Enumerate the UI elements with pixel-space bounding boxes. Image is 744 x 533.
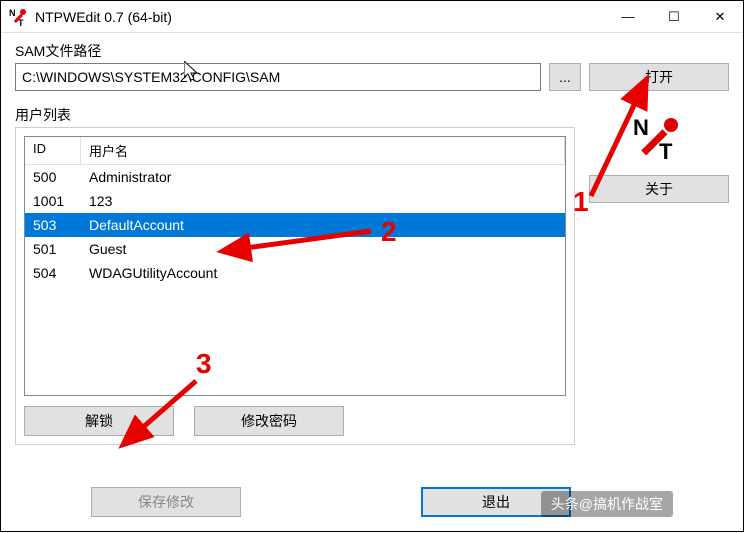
user-list-group: 用户列表 ID 用户名 500Administrator1001123503De… (15, 105, 575, 445)
user-list-fieldset: ID 用户名 500Administrator1001123503Default… (15, 127, 575, 445)
user-id: 500 (25, 165, 81, 189)
about-button[interactable]: 关于 (589, 175, 729, 203)
browse-button[interactable]: ... (549, 63, 581, 91)
user-name: Administrator (81, 165, 565, 189)
titlebar: N T NTPWEdit 0.7 (64-bit) — ☐ ✕ (1, 1, 743, 33)
client-area: SAM文件路径 ... 打开 用户列表 ID 用户名 500Administra… (1, 33, 743, 445)
user-id: 501 (25, 237, 81, 261)
user-row[interactable]: 503DefaultAccount (25, 213, 565, 237)
user-row[interactable]: 500Administrator (25, 165, 565, 189)
user-list-label: 用户列表 (15, 105, 575, 125)
app-icon: N T (9, 7, 29, 27)
app-logo: N T (629, 113, 689, 163)
change-password-button[interactable]: 修改密码 (194, 406, 344, 436)
user-name: 123 (81, 189, 565, 213)
bottom-row: 保存修改 退出 (1, 473, 743, 531)
sam-path-input[interactable] (15, 63, 541, 91)
unlock-button[interactable]: 解锁 (24, 406, 174, 436)
column-id[interactable]: ID (25, 137, 81, 165)
sam-path-label: SAM文件路径 (15, 41, 729, 61)
window-controls: — ☐ ✕ (605, 1, 743, 33)
under-list-buttons: 解锁 修改密码 (24, 406, 566, 436)
user-listview[interactable]: ID 用户名 500Administrator1001123503Default… (24, 136, 566, 396)
minimize-button[interactable]: — (605, 1, 651, 33)
open-button[interactable]: 打开 (589, 63, 729, 91)
svg-text:N: N (633, 115, 649, 140)
svg-text:T: T (659, 139, 673, 163)
maximize-button[interactable]: ☐ (651, 1, 697, 33)
user-row[interactable]: 504WDAGUtilityAccount (25, 261, 565, 285)
user-name: WDAGUtilityAccount (81, 261, 565, 285)
column-username[interactable]: 用户名 (81, 137, 565, 165)
svg-text:N: N (9, 8, 16, 18)
user-row[interactable]: 501Guest (25, 237, 565, 261)
main-row: 用户列表 ID 用户名 500Administrator1001123503De… (15, 105, 729, 445)
user-id: 504 (25, 261, 81, 285)
close-button[interactable]: ✕ (697, 1, 743, 33)
user-id: 503 (25, 213, 81, 237)
user-row[interactable]: 1001123 (25, 189, 565, 213)
listview-header: ID 用户名 (25, 137, 565, 165)
listview-rows: 500Administrator1001123503DefaultAccount… (25, 165, 565, 285)
path-row: ... 打开 (15, 63, 729, 91)
window-title: NTPWEdit 0.7 (64-bit) (35, 9, 172, 25)
user-name: DefaultAccount (81, 213, 565, 237)
side-panel: N T 关于 (589, 105, 729, 445)
user-id: 1001 (25, 189, 81, 213)
save-button: 保存修改 (91, 487, 241, 517)
exit-button[interactable]: 退出 (421, 487, 571, 517)
user-name: Guest (81, 237, 565, 261)
